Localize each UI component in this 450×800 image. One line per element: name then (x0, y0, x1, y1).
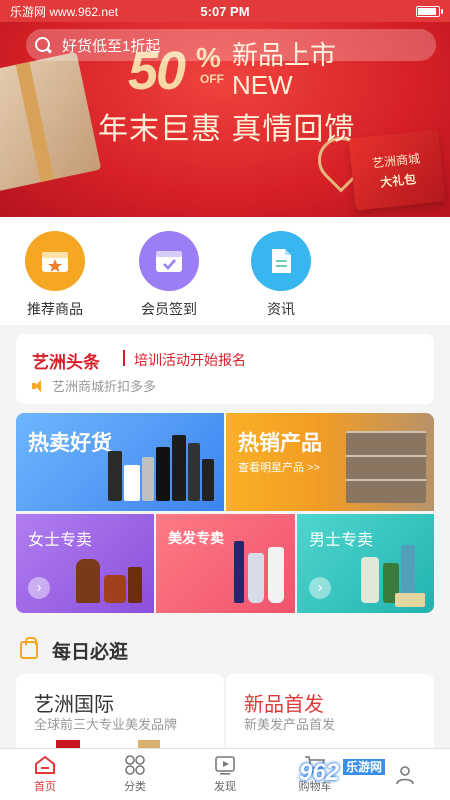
gift-box-decoration (0, 51, 102, 193)
quick-nav-label: 推荐商品 (27, 301, 83, 317)
promo-sub: 新美发产品首发 (244, 717, 336, 732)
card-men-title: 男士专卖 (309, 532, 374, 549)
tab-label: 首页 (34, 781, 56, 793)
tab-label: 发现 (214, 781, 236, 793)
recommend-icon (25, 231, 85, 291)
tab-label: 分类 (124, 781, 146, 793)
banner-slogan: 年末巨惠 真情回馈 (98, 113, 356, 146)
quick-nav-signin[interactable]: 会员签到 (124, 231, 214, 319)
search-bar[interactable]: 好货低至1折起 (26, 29, 436, 61)
promo-title: 新品首发 (244, 694, 324, 716)
quick-nav-label: 资讯 (267, 301, 295, 317)
status-site-tag: 乐游网 www.962.net (10, 3, 118, 20)
arrow-right-icon[interactable]: › (28, 577, 50, 599)
headline-bar[interactable]: 艺洲头条 培训活动开始报名 艺洲商城折扣多多 (16, 334, 434, 404)
promo-title: 艺洲国际 (34, 694, 114, 716)
shopping-bag-icon (20, 637, 38, 659)
card-hair-title: 美发专卖 (168, 530, 224, 546)
watermark-text: 乐游网 962.NET (343, 759, 386, 787)
tab-home[interactable]: 首页 (0, 749, 90, 800)
banner-new-en: NEW (232, 70, 293, 100)
card-hot-products-sub[interactable]: 查看明星产品 >> (238, 459, 320, 475)
headline-news[interactable]: 培训活动开始报名 (134, 350, 246, 370)
headline-sub-text: 艺洲商城折扣多多 (52, 379, 157, 394)
headline-sub[interactable]: 艺洲商城折扣多多 (32, 376, 156, 395)
discover-icon (215, 756, 235, 775)
news-icon (251, 231, 311, 291)
card-women[interactable]: 女士专卖 › (16, 514, 154, 613)
card-hair[interactable]: 美发专卖 (156, 514, 295, 613)
speaker-icon (32, 379, 46, 392)
category-icon (125, 755, 145, 775)
quick-nav: 推荐商品 会员签到 资讯 (0, 217, 450, 325)
status-bar: 乐游网 www.962.net 5:07 PM (0, 0, 450, 22)
headline-divider (123, 350, 125, 366)
quick-nav-recommend[interactable]: 推荐商品 (10, 231, 100, 319)
card-hot-goods[interactable]: 热卖好货 (16, 413, 224, 511)
promo-card-international[interactable]: 艺洲国际 全球前三大专业美发品牌 (16, 674, 224, 754)
watermark-cn: 乐游网 (343, 759, 386, 775)
card-men[interactable]: 男士专卖 › (297, 514, 434, 613)
promo-sub: 全球前三大专业美发品牌 (34, 717, 178, 732)
card-hot-products-title: 热销产品 (238, 432, 322, 455)
arrow-right-icon[interactable]: › (309, 577, 331, 599)
watermark-url: 962.NET (343, 777, 379, 787)
tab-discover[interactable]: 发现 (180, 749, 270, 800)
site-tag-text: 乐游网 www.962.net (10, 4, 119, 19)
status-time: 5:07 PM (200, 3, 250, 19)
quick-nav-label: 会员签到 (141, 301, 197, 317)
promo-card-new-arrival[interactable]: 新品首发 新美发产品首发 (226, 674, 434, 754)
search-icon (32, 34, 54, 56)
tab-category[interactable]: 分类 (90, 749, 180, 800)
card-hot-goods-title: 热卖好货 (28, 432, 112, 455)
headline-title: 艺洲头条 (32, 353, 100, 372)
watermark-number: 962 (299, 759, 340, 786)
banner-off: OFF (200, 72, 224, 86)
battery-icon (416, 5, 443, 17)
card-women-title: 女士专卖 (28, 532, 93, 549)
card-hot-products[interactable]: 热销产品 查看明星产品 >> (226, 413, 434, 511)
search-placeholder: 好货低至1折起 (62, 37, 161, 55)
home-icon (35, 755, 55, 774)
gift-pack-badge: 艺洲商城 大礼包 (348, 129, 446, 211)
watermark-logo: 962 乐游网 962.NET (299, 752, 444, 794)
quick-nav-news[interactable]: 资讯 (236, 231, 326, 319)
daily-section-header: 每日必逛 (0, 630, 450, 670)
daily-title: 每日必逛 (52, 641, 129, 663)
signin-icon (139, 231, 199, 291)
